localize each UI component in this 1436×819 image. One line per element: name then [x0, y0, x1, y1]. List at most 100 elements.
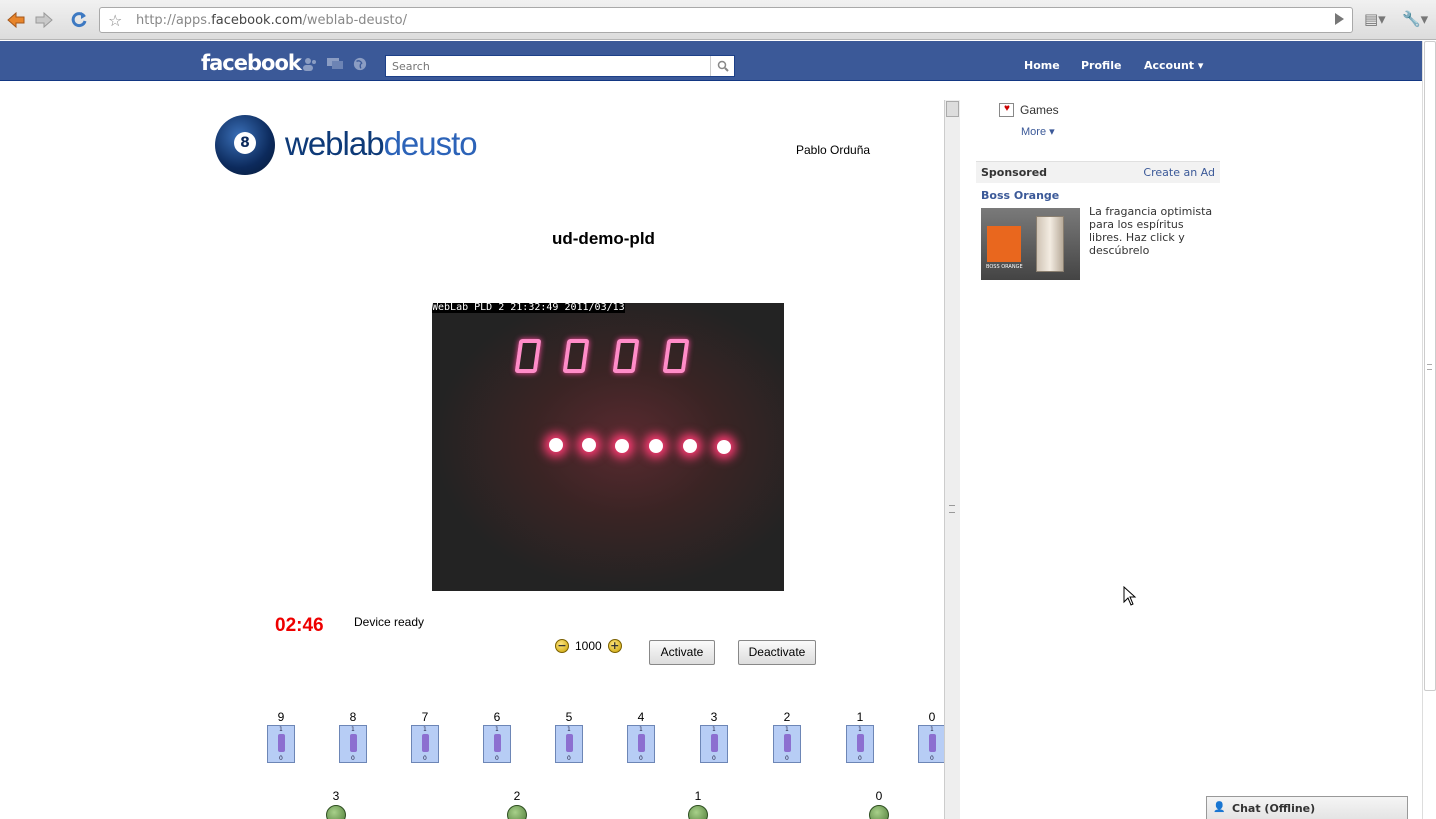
chat-label: Chat (Offline) — [1232, 802, 1316, 815]
search-icon[interactable] — [710, 56, 734, 76]
switch-9[interactable]: 910 — [266, 710, 296, 763]
board-led — [717, 440, 731, 454]
deactivate-button[interactable]: Deactivate — [738, 640, 816, 665]
playing-cards-icon — [999, 103, 1014, 117]
ad-title[interactable]: Boss Orange — [981, 189, 1059, 202]
seven-segment-digit — [662, 339, 690, 373]
facebook-search[interactable] — [385, 55, 735, 77]
app-canvas: 8 weblabdeusto Pablo Orduña ud-demo-pld … — [201, 82, 945, 819]
facebook-logo[interactable]: facebook — [201, 51, 302, 75]
led-1: 1 — [683, 789, 713, 819]
clock-value: 1000 — [575, 639, 602, 653]
sponsored-header: Sponsored Create an Ad — [976, 161, 1220, 183]
toggle-switch-icon[interactable]: 10 — [267, 725, 295, 763]
toggle-switch-icon[interactable]: 10 — [918, 725, 945, 763]
search-input[interactable] — [386, 56, 706, 76]
url-text: http://apps.facebook.com/weblab-deusto/ — [136, 13, 407, 28]
go-arrow-icon[interactable] — [1335, 13, 1344, 25]
forward-button[interactable] — [32, 8, 56, 32]
device-status: Device ready — [354, 615, 425, 629]
nav-home-link[interactable]: Home — [1024, 59, 1060, 72]
notifications-globe-icon[interactable] — [352, 57, 368, 71]
toggle-switch-icon[interactable]: 10 — [700, 725, 728, 763]
toggle-switch-icon[interactable]: 10 — [483, 725, 511, 763]
led-2: 2 — [502, 789, 532, 819]
green-led-icon — [869, 805, 889, 819]
clock-decrease-icon[interactable]: − — [555, 639, 569, 653]
ad-image[interactable]: BOSS ORANGE — [981, 208, 1080, 280]
switch-6[interactable]: 610 — [482, 710, 512, 763]
mouse-cursor-icon — [1123, 586, 1137, 606]
back-arrow-icon — [7, 11, 25, 29]
switch-3[interactable]: 310 — [699, 710, 729, 763]
bookmark-star-icon[interactable]: ☆ — [108, 11, 122, 30]
board-led — [615, 439, 629, 453]
facebook-header: facebook Home Profile Account ▾ — [0, 41, 1422, 81]
switch-7[interactable]: 710 — [410, 710, 440, 763]
switch-1[interactable]: 110 — [845, 710, 875, 763]
address-bar[interactable]: ☆ http://apps.facebook.com/weblab-deusto… — [99, 7, 1353, 33]
reload-icon — [71, 12, 87, 28]
ad-description[interactable]: La fragancia optimista para los espíritu… — [1089, 205, 1219, 257]
nav-account-label: Account — [1144, 59, 1195, 72]
toggle-switch-icon[interactable]: 10 — [627, 725, 655, 763]
browser-toolbar: ☆ http://apps.facebook.com/weblab-deusto… — [0, 0, 1436, 40]
toggle-switch-icon[interactable]: 10 — [773, 725, 801, 763]
experiment-title: ud-demo-pld — [552, 229, 655, 248]
user-name: Pablo Orduña — [796, 143, 871, 157]
activate-button[interactable]: Activate — [649, 640, 715, 665]
toggle-switch-icon[interactable]: 10 — [339, 725, 367, 763]
webcam-image: WebLab PLD 2 21:32:49 2011/03/13 — [432, 303, 784, 591]
toggle-switch-icon[interactable]: 10 — [555, 725, 583, 763]
create-ad-link[interactable]: Create an Ad — [1143, 166, 1215, 179]
seven-segment-digit — [562, 339, 590, 373]
logo-ball-number: 8 — [234, 132, 256, 154]
orange-square — [987, 226, 1021, 262]
reload-button[interactable] — [67, 8, 91, 32]
session-timer: 02:46 — [275, 615, 324, 636]
switch-2[interactable]: 210 — [772, 710, 802, 763]
nav-profile-link[interactable]: Profile — [1081, 59, 1121, 72]
switch-8[interactable]: 810 — [338, 710, 368, 763]
scrollbar-thumb[interactable] — [946, 101, 959, 117]
weblab-logo: weblabdeusto — [285, 125, 478, 162]
clock-control: − 1000 + — [555, 639, 622, 653]
ad-brand-text: BOSS ORANGE — [986, 264, 1023, 270]
seven-segment-digit — [514, 339, 542, 373]
switch-0[interactable]: 010 — [917, 710, 945, 763]
webcam-caption: WebLab PLD 2 21:32:49 2011/03/13 — [432, 303, 625, 313]
wrench-menu-icon[interactable]: 🔧▾ — [1402, 10, 1428, 28]
more-link[interactable]: More ▾ — [1021, 125, 1055, 138]
page-menu-icon[interactable]: ▤▾ — [1364, 10, 1386, 28]
back-button[interactable] — [4, 8, 28, 32]
forward-arrow-icon — [35, 11, 53, 29]
chevron-down-icon: ▾ — [1049, 126, 1055, 138]
chat-bar[interactable]: 👤 Chat (Offline) — [1206, 796, 1408, 819]
canvas-scrollbar[interactable] — [944, 100, 960, 819]
board-led — [683, 439, 697, 453]
chat-person-icon: 👤 — [1213, 802, 1226, 813]
green-led-icon — [507, 805, 527, 819]
games-bookmark[interactable]: Games — [999, 103, 1059, 117]
board-led — [549, 438, 563, 452]
chevron-down-icon: ▾ — [1197, 59, 1204, 72]
clock-increase-icon[interactable]: + — [607, 639, 622, 653]
toggle-switch-icon[interactable]: 10 — [846, 725, 874, 763]
page-scrollbar[interactable] — [1422, 41, 1436, 819]
games-label: Games — [1020, 103, 1059, 117]
led-3: 3 — [321, 789, 351, 819]
resize-grip-icon[interactable] — [949, 505, 955, 513]
seven-segment-digit — [612, 339, 640, 373]
green-led-icon — [326, 805, 346, 819]
perfume-bottle — [1036, 216, 1064, 272]
switch-5[interactable]: 510 — [554, 710, 584, 763]
friend-requests-icon[interactable] — [302, 57, 318, 71]
messages-icon[interactable] — [327, 57, 343, 71]
switch-4[interactable]: 410 — [626, 710, 656, 763]
nav-account-menu[interactable]: Account ▾ — [1144, 59, 1203, 72]
scroll-grip-icon — [1427, 364, 1432, 370]
sponsored-label: Sponsored — [981, 166, 1048, 179]
green-led-icon — [688, 805, 708, 819]
toggle-switch-icon[interactable]: 10 — [411, 725, 439, 763]
led-0: 0 — [864, 789, 894, 819]
